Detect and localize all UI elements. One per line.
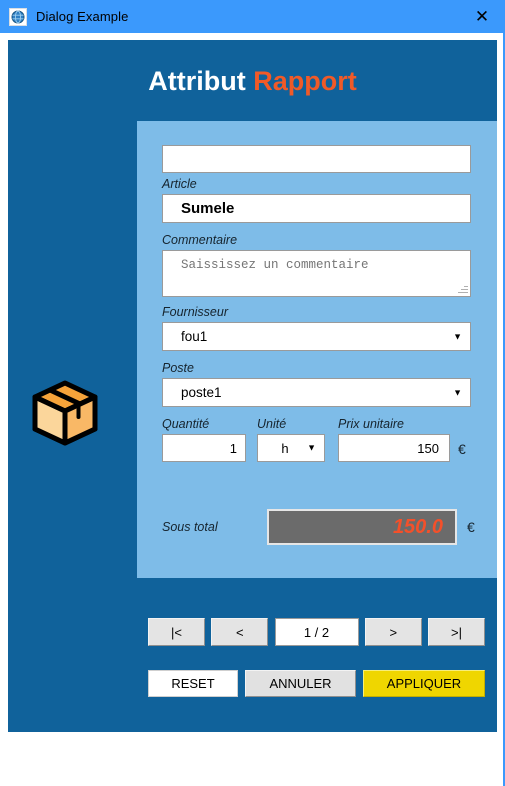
close-icon[interactable]: ✕ (459, 0, 505, 33)
prix-unitaire-label: Prix unitaire (338, 417, 404, 431)
reference-field-group (162, 145, 471, 173)
commentaire-textarea[interactable] (162, 250, 471, 297)
commentaire-field-group: Commentaire (162, 233, 471, 297)
package-box-icon (28, 376, 102, 450)
quantity-price-row: Quantité Unité h ▼ Prix unitaire (162, 417, 492, 462)
prix-unitaire-field-group: Prix unitaire (338, 417, 450, 462)
reference-input[interactable] (162, 145, 471, 173)
prix-unitaire-input[interactable] (338, 434, 450, 462)
page-indicator[interactable]: 1 / 2 (274, 618, 359, 646)
last-page-button[interactable]: >| (428, 618, 485, 646)
reset-button[interactable]: RESET (148, 670, 238, 697)
page-title-part1: Attribut (148, 66, 246, 96)
quantite-field-group: Quantité (162, 417, 246, 462)
form-panel: Article Commentaire Fournisseur fou1 (137, 121, 497, 578)
sous-total-value: 150.0 (267, 509, 457, 545)
fournisseur-select[interactable]: fou1 ▼ (162, 322, 471, 351)
globe-icon (9, 7, 27, 26)
poste-label: Poste (162, 361, 194, 375)
commentaire-label: Commentaire (162, 233, 238, 247)
first-page-button[interactable]: |< (148, 618, 205, 646)
quantite-label: Quantité (162, 417, 210, 431)
poste-field-group: Poste poste1 ▼ (162, 361, 471, 407)
quantite-input[interactable] (162, 434, 246, 462)
previous-page-button[interactable]: < (211, 618, 269, 646)
sous-total-label: Sous total (162, 520, 218, 534)
sous-total-currency: € (467, 519, 475, 535)
unite-select[interactable]: h ▼ (257, 434, 325, 462)
article-field-group: Article (162, 177, 471, 223)
next-page-button[interactable]: > (364, 618, 422, 646)
fournisseur-value: fou1 (181, 329, 208, 344)
unite-label: Unité (257, 417, 287, 431)
fournisseur-field-group: Fournisseur fou1 ▼ (162, 305, 471, 351)
article-label: Article (162, 177, 197, 191)
page-title: Attribut Rapport (8, 66, 497, 97)
page-title-part2: Rapport (253, 66, 357, 96)
cancel-button[interactable]: ANNULER (245, 670, 356, 697)
apply-button[interactable]: APPLIQUER (363, 670, 485, 697)
chevron-down-icon: ▼ (307, 442, 316, 453)
prix-unitaire-currency: € (458, 441, 466, 457)
window-title-bar: Dialog Example ✕ (0, 0, 505, 33)
dialog-body: Attribut Rapport Article Sumele Commenta… (8, 40, 497, 732)
action-bar: RESET ANNULER APPLIQUER (148, 670, 485, 697)
chevron-down-icon: ▼ (453, 387, 462, 397)
pagination-bar: |< < 1 / 2 > >| (148, 618, 485, 646)
poste-select[interactable]: poste1 ▼ (162, 378, 471, 407)
chevron-down-icon: ▼ (453, 331, 462, 341)
window-title: Dialog Example (36, 9, 129, 24)
unite-field-group: Unité h ▼ (257, 417, 325, 462)
commentaire-input-wrapper (162, 250, 471, 297)
unite-value: h (281, 440, 289, 456)
app-window: Dialog Example ✕ Attribut Rapport Articl… (0, 0, 505, 786)
fournisseur-label: Fournisseur (162, 305, 228, 319)
article-input[interactable] (162, 194, 471, 223)
poste-value: poste1 (181, 385, 222, 400)
sous-total-row: Sous total 150.0 € (162, 509, 492, 545)
